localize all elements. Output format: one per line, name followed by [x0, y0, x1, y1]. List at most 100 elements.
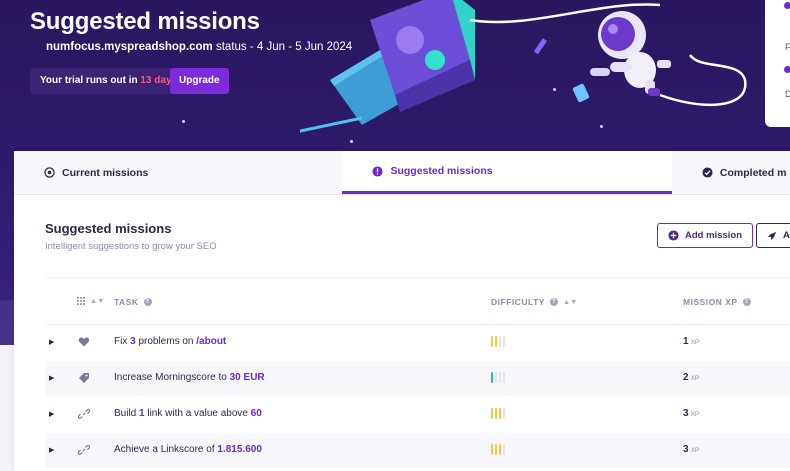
task-label: link with a value above — [144, 408, 251, 419]
xp-unit: XP — [690, 339, 700, 346]
target-icon — [44, 167, 55, 178]
difficulty-bar — [499, 372, 501, 383]
column-settings[interactable]: ▲▼ — [77, 297, 105, 305]
difficulty-bar — [499, 408, 501, 419]
table-row[interactable]: ▶ Increase Morningscore to 30 EUR 2 XP — [45, 361, 790, 396]
task-highlight: 1.815.600 — [217, 444, 262, 455]
trial-text: Your trial runs out in — [40, 75, 141, 86]
task-highlight: /about — [196, 336, 227, 347]
xp-value: 3 — [683, 444, 689, 455]
tag-icon — [79, 373, 89, 383]
link-icon — [78, 444, 90, 455]
task-text[interactable]: Increase Morningscore to 30 EUR — [114, 372, 265, 383]
difficulty-bar — [495, 336, 497, 347]
difficulty-bar — [503, 408, 505, 419]
mission-xp: 2 XP — [683, 372, 699, 383]
difficulty-meter — [491, 408, 505, 419]
page-title: Suggested missions — [30, 8, 260, 35]
help-icon[interactable]: ? — [143, 298, 152, 306]
add-mission-button[interactable]: Add mission — [657, 223, 754, 248]
section-subtitle: Intelligent suggestions to grow your SEO — [45, 241, 217, 252]
table-row[interactable]: ▶ Achieve a Linkscore of 1.815.600 3 XP — [45, 433, 790, 468]
exclamation-circle-icon — [372, 165, 384, 177]
task-label: Fix — [114, 336, 131, 347]
tab-label: Current missions — [62, 166, 149, 179]
column-header-xp: MISSION XP ? — [683, 297, 751, 307]
difficulty-meter — [491, 336, 505, 347]
side-card-label: F — [785, 42, 790, 52]
header-label: MISSION XP — [683, 297, 738, 307]
link-icon — [78, 408, 90, 419]
heart-icon — [784, 2, 790, 9]
help-icon[interactable]: ? — [549, 298, 558, 306]
task-label: Achieve a Linkscore of — [114, 444, 218, 455]
column-header-difficulty[interactable]: DIFFICULTY ? ▲▼ — [491, 297, 578, 307]
site-status: numfocus.myspreadshop.com status - 4 Jun… — [46, 41, 352, 53]
table-row[interactable]: ▶ Fix 3 problems on /about 1 XP — [45, 325, 790, 360]
xp-value: 2 — [683, 372, 689, 383]
difficulty-bar — [491, 336, 493, 347]
task-label: Build — [114, 408, 140, 419]
status-dot-icon — [784, 66, 790, 73]
difficulty-bar — [495, 372, 497, 383]
expand-caret-icon[interactable]: ▶ — [49, 338, 54, 346]
task-highlight: 30 EUR — [229, 372, 265, 383]
side-info-card: F D — [765, 0, 790, 127]
tab-completed-missions[interactable]: Completed m — [671, 151, 790, 194]
add-mission-label: Add mission — [685, 230, 743, 241]
task-text[interactable]: Achieve a Linkscore of 1.815.600 — [114, 444, 262, 455]
star — [182, 120, 185, 123]
difficulty-bar — [503, 336, 505, 347]
difficulty-bar — [491, 408, 493, 419]
xp-unit: XP — [690, 411, 700, 418]
task-text[interactable]: Build 1 link with a value above 60 — [114, 408, 262, 419]
satellite-astronaut-illustration — [300, 0, 747, 133]
mission-xp: 3 XP — [683, 408, 699, 419]
tab-suggested-missions[interactable]: Suggested missions — [342, 151, 672, 194]
sort-icon[interactable]: ▲▼ — [90, 298, 105, 305]
difficulty-bar — [495, 444, 497, 455]
task-highlight: 60 — [250, 408, 262, 419]
divider — [45, 277, 790, 278]
xp-value: 3 — [683, 408, 689, 419]
table-row[interactable]: ▶ Build 1 link with a value above 60 3 XP — [45, 397, 790, 432]
heart-icon — [78, 337, 90, 347]
difficulty-meter — [491, 444, 505, 455]
difficulty-bar — [495, 408, 497, 419]
mission-tabs: Current missions Suggested missions Comp… — [14, 151, 790, 195]
grid-icon — [77, 297, 85, 305]
xp-unit: XP — [690, 447, 700, 454]
tab-label: Suggested missions — [390, 165, 493, 177]
difficulty-bar — [503, 444, 505, 455]
help-icon[interactable]: ? — [742, 298, 751, 306]
xp-value: 1 — [683, 336, 689, 347]
check-circle-icon — [702, 167, 713, 178]
expand-caret-icon[interactable]: ▶ — [49, 374, 54, 382]
difficulty-bar — [491, 444, 493, 455]
xp-unit: XP — [690, 375, 700, 382]
tab-current-missions[interactable]: Current missions — [14, 151, 343, 194]
all-missions-label: Al — [783, 230, 790, 241]
section-title: Suggested missions — [45, 221, 172, 236]
sort-icon[interactable]: ▲▼ — [563, 299, 578, 306]
task-label: Increase Morningscore to — [114, 372, 230, 383]
all-missions-button[interactable]: Al — [756, 223, 790, 248]
difficulty-bar — [503, 372, 505, 383]
mission-xp: 3 XP — [683, 444, 699, 455]
expand-caret-icon[interactable]: ▶ — [49, 410, 54, 418]
difficulty-bar — [499, 336, 501, 347]
status-range: status - 4 Jun - 5 Jun 2024 — [212, 41, 353, 53]
column-header-task: TASK ? — [114, 297, 152, 307]
tab-label: Completed m — [719, 166, 787, 179]
expand-caret-icon[interactable]: ▶ — [49, 446, 54, 454]
task-text[interactable]: Fix 3 problems on /about — [114, 336, 226, 347]
side-card-label: D — [785, 89, 790, 99]
difficulty-bar — [499, 444, 501, 455]
upgrade-button[interactable]: Upgrade — [170, 68, 229, 94]
header-label: TASK — [114, 297, 139, 307]
site-domain: numfocus.myspreadshop.com — [46, 41, 213, 53]
missions-panel: Current missions Suggested missions Comp… — [14, 151, 790, 471]
difficulty-bar — [491, 372, 493, 383]
header-label: DIFFICULTY — [491, 297, 545, 307]
mission-xp: 1 XP — [683, 336, 699, 347]
